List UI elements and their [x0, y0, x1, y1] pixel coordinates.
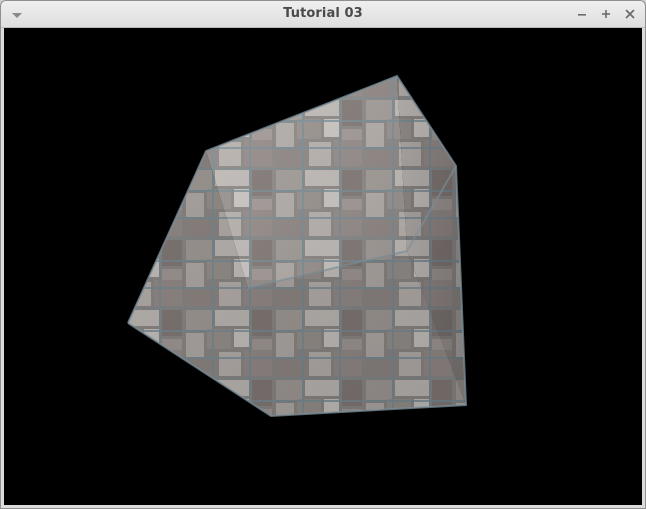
textured-cube	[127, 74, 468, 418]
close-button[interactable]	[623, 7, 637, 21]
maximize-icon	[600, 5, 612, 24]
app-window: Tutorial 03	[0, 0, 646, 509]
opengl-viewport[interactable]	[4, 28, 642, 505]
window-title: Tutorial 03	[283, 6, 363, 21]
minimize-button[interactable]	[575, 7, 589, 21]
cube-scene	[127, 74, 468, 418]
minimize-icon	[576, 5, 588, 24]
window-menu-button[interactable]	[9, 7, 25, 21]
titlebar[interactable]: Tutorial 03	[1, 1, 645, 28]
window-controls	[575, 5, 637, 23]
close-icon	[624, 5, 636, 24]
chevron-down-icon	[11, 5, 23, 24]
maximize-button[interactable]	[599, 7, 613, 21]
